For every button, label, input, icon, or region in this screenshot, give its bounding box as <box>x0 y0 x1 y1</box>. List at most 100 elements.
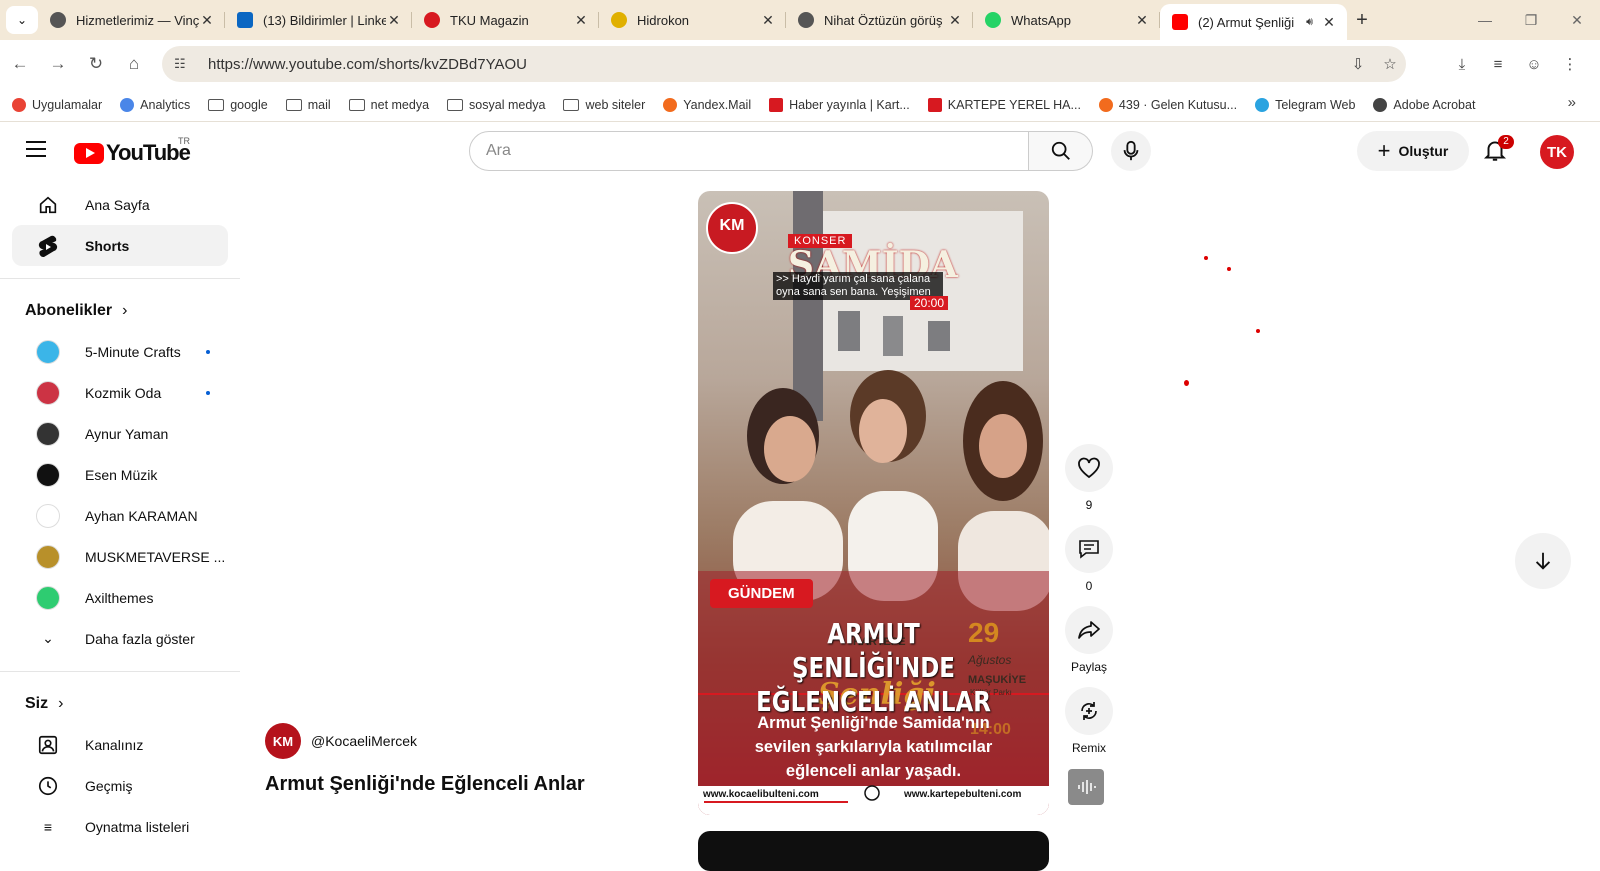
globe-icon <box>50 12 66 28</box>
address-bar-row: ← → ↻ ⌂ ☷ https://www.youtube.com/shorts… <box>0 40 1600 88</box>
toolbar-right: ⤓ ≡ ☺ ⋮ <box>1444 48 1588 80</box>
channel-handle[interactable]: @KocaeliMercek <box>311 733 417 749</box>
sidebar-item-history[interactable]: Geçmiş <box>12 765 228 806</box>
bookmark-item[interactable]: sosyal medya <box>447 98 545 112</box>
close-icon[interactable]: ✕ <box>573 12 589 29</box>
you-heading[interactable]: Siz › <box>0 684 240 724</box>
chevron-down-icon: ⌄ <box>16 13 28 27</box>
subscription-item[interactable]: Aynur Yaman <box>12 413 228 454</box>
account-avatar[interactable]: TK <box>1540 135 1574 169</box>
video-headline: ARMUT ŞENLİĞİ'NDE EĞLENCELİ ANLAR <box>756 617 991 718</box>
url-text[interactable]: https://www.youtube.com/shorts/kvZDBd7YA… <box>208 56 1342 73</box>
profile-icon[interactable]: ☺ <box>1516 48 1552 80</box>
bookmark-item[interactable]: Yandex.Mail <box>663 97 752 112</box>
omnibox[interactable]: ☷ https://www.youtube.com/shorts/kvZDBd7… <box>162 46 1406 82</box>
bookmark-item[interactable]: google <box>208 98 268 112</box>
share-button[interactable] <box>1065 606 1113 654</box>
bookmark-item[interactable]: net medya <box>348 98 429 112</box>
tab-search-button[interactable]: ⌄ <box>6 6 38 34</box>
home-button[interactable]: ⌂ <box>116 46 152 82</box>
browser-tab[interactable]: Nihat Öztüzün görüş ✕ <box>786 0 973 40</box>
you-heading-label: Siz <box>25 695 49 712</box>
next-short-preview[interactable] <box>698 831 1049 871</box>
bookmark-item[interactable]: KARTEPE YEREL HA... <box>927 97 1081 112</box>
divider <box>0 671 240 672</box>
forward-button[interactable]: → <box>40 46 76 82</box>
close-icon[interactable]: ✕ <box>1321 14 1337 31</box>
sidebar-item-shorts[interactable]: Shorts <box>12 225 228 266</box>
bookmarks-overflow-icon[interactable]: » <box>1568 94 1576 111</box>
next-short-button[interactable] <box>1515 533 1571 589</box>
hamburger-menu-icon[interactable] <box>26 141 46 157</box>
k-icon <box>769 97 784 112</box>
close-icon[interactable]: ✕ <box>947 12 963 29</box>
sidebar-item-playlists[interactable]: ≡ Oynatma listeleri <box>12 806 228 847</box>
minimize-icon[interactable]: — <box>1462 0 1508 40</box>
bookmark-item[interactable]: Adobe Acrobat <box>1373 97 1475 112</box>
menu-kebab-icon[interactable]: ⋮ <box>1552 48 1588 80</box>
subscription-item[interactable]: Esen Müzik <box>12 454 228 495</box>
youtube-logo[interactable]: YouTube TR <box>74 136 191 166</box>
comment-button[interactable] <box>1065 525 1113 573</box>
remix-button[interactable] <box>1065 687 1113 735</box>
create-button[interactable]: + Oluştur <box>1357 131 1469 171</box>
close-icon[interactable]: ✕ <box>760 12 776 29</box>
bookmark-item[interactable]: Haber yayınla | Kart... <box>769 97 910 112</box>
search-button[interactable] <box>1029 131 1093 171</box>
subscription-item[interactable]: Axilthemes <box>12 577 228 618</box>
history-icon <box>36 774 60 798</box>
comment-action[interactable]: 0 <box>1061 525 1117 593</box>
close-icon[interactable]: ✕ <box>1134 12 1150 29</box>
back-button[interactable]: ← <box>2 46 38 82</box>
install-app-icon[interactable]: ⇩ <box>1342 55 1374 73</box>
like-action[interactable]: 9 <box>1061 444 1117 512</box>
sidebar-item-channel[interactable]: Kanalınız <box>12 724 228 765</box>
subscription-item[interactable]: Ayhan KARAMAN <box>12 495 228 536</box>
restore-icon[interactable]: ❐ <box>1508 0 1554 40</box>
browser-tab[interactable]: Hizmetlerimiz — Vinç ✕ <box>38 0 225 40</box>
sound-thumbnail[interactable] <box>1068 769 1104 805</box>
bookmark-item[interactable]: Analytics <box>120 97 190 112</box>
browser-tab[interactable]: TKU Magazin ✕ <box>412 0 599 40</box>
close-icon[interactable]: ✕ <box>199 12 215 29</box>
notifications-button[interactable]: 2 <box>1482 135 1514 165</box>
bookmark-item[interactable]: mail <box>285 98 331 112</box>
site-info-icon[interactable]: ☷ <box>174 56 196 72</box>
bookmark-item[interactable]: web siteler <box>563 98 645 112</box>
close-window-icon[interactable]: ✕ <box>1554 0 1600 40</box>
site-left: www.kocaelibulteni.com <box>703 789 819 800</box>
search-input[interactable]: Ara <box>469 131 1029 171</box>
bookmark-label: Yandex.Mail <box>683 97 752 112</box>
voice-search-button[interactable] <box>1111 131 1151 171</box>
tab-title: WhatsApp <box>1011 12 1071 28</box>
subscription-item[interactable]: Kozmik Oda <box>12 372 228 413</box>
subscription-item[interactable]: 5-Minute Crafts <box>12 331 228 372</box>
browser-tab[interactable]: WhatsApp ✕ <box>973 0 1160 40</box>
browser-tab[interactable]: (2) Armut Şenliği 🔊︎ ✕ <box>1160 4 1347 40</box>
subscription-item[interactable]: MUSKMETAVERSE ... <box>12 536 228 577</box>
share-action[interactable]: Paylaş <box>1061 606 1117 674</box>
download-icon[interactable]: ⤓ <box>1444 48 1480 80</box>
sidebar-item-home[interactable]: Ana Sayfa <box>12 184 228 225</box>
bookmark-item[interactable]: Uygulamalar <box>12 97 102 112</box>
close-icon[interactable]: ✕ <box>386 12 402 29</box>
bookmark-item[interactable]: Telegram Web <box>1255 97 1355 112</box>
k-icon <box>927 97 942 112</box>
speaker-icon[interactable]: 🔊︎ <box>1306 16 1313 29</box>
short-video-player[interactable]: KM KONSER SAMİDA >> Haydi yarım çal sana… <box>698 191 1049 815</box>
red-particle <box>1227 267 1231 271</box>
media-control-icon[interactable]: ≡ <box>1480 48 1516 80</box>
remix-action[interactable]: Remix <box>1061 687 1117 755</box>
bookmark-item[interactable]: 439 · Gelen Kutusu... <box>1098 97 1237 112</box>
reload-button[interactable]: ↻ <box>78 46 114 82</box>
divider <box>0 278 240 279</box>
share-icon <box>1078 621 1100 639</box>
like-button[interactable] <box>1065 444 1113 492</box>
channel-avatar[interactable]: KM <box>265 723 301 759</box>
browser-tab[interactable]: (13) Bildirimler | LinkedIn✕ <box>225 0 412 40</box>
browser-tab[interactable]: Hidrokon ✕ <box>599 0 786 40</box>
show-more-button[interactable]: ⌄ Daha fazla göster <box>12 618 228 659</box>
new-tab-button[interactable]: + <box>1347 9 1377 32</box>
bookmark-star-icon[interactable]: ☆ <box>1374 55 1406 73</box>
subscriptions-heading[interactable]: Abonelikler › <box>0 291 240 331</box>
